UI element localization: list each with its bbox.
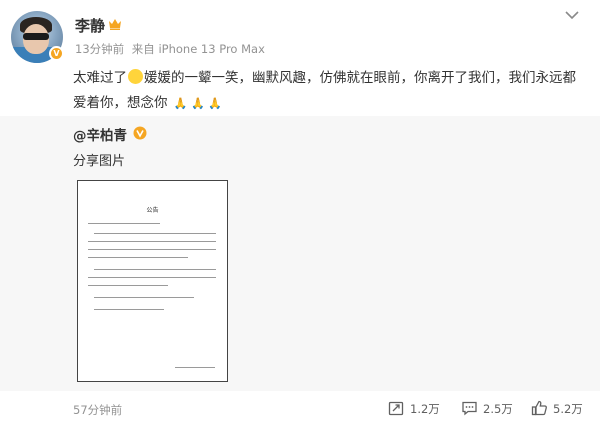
notice-title: 公告	[146, 207, 159, 214]
repost-count: 1.2万	[410, 402, 440, 416]
crown-icon	[109, 19, 121, 30]
author-name[interactable]: 李静	[75, 15, 105, 36]
post-source: 来自 iPhone 13 Pro Max	[131, 42, 265, 56]
crying-emoji-icon	[128, 69, 143, 84]
gold-v-icon	[133, 126, 147, 140]
post-meta: 13分钟前 来自 iPhone 13 Pro Max	[75, 41, 269, 57]
post-text-part1: 太难过了	[73, 70, 127, 86]
notice-image[interactable]: 公告	[77, 180, 228, 382]
post-text: 太难过了 媛媛的一颦一笑，幽默风趣，仿佛就在眼前，你离开了我们，我们永远都爱着你，…	[73, 66, 578, 116]
repost-text: 分享图片	[73, 154, 126, 169]
weibo-post: V 李静 13分钟前 来自 iPhone 13 Pro Max 太难过了 媛媛的一…	[0, 0, 600, 428]
repost-card[interactable]: @辛柏青 分享图片 公告	[0, 116, 600, 391]
chevron-down-icon[interactable]	[563, 8, 581, 22]
like-count: 5.2万	[553, 402, 583, 416]
comment-icon	[462, 401, 477, 416]
comment-count: 2.5万	[483, 402, 513, 416]
like-icon	[531, 400, 547, 416]
verified-badge-icon: V	[49, 46, 64, 61]
footer-time: 57分钟前	[73, 403, 123, 417]
repost-icon	[388, 401, 404, 416]
repost-author[interactable]: @辛柏青	[73, 124, 127, 144]
post-text-part2: 媛媛的一颦一笑，幽默风趣，仿佛就在眼前，你离开了我们，我们永远都爱着你，想念你	[73, 70, 576, 111]
post-time[interactable]: 13分钟前	[75, 42, 124, 56]
pray-emoji-icon: 🙏 🙏 🙏	[173, 97, 222, 110]
